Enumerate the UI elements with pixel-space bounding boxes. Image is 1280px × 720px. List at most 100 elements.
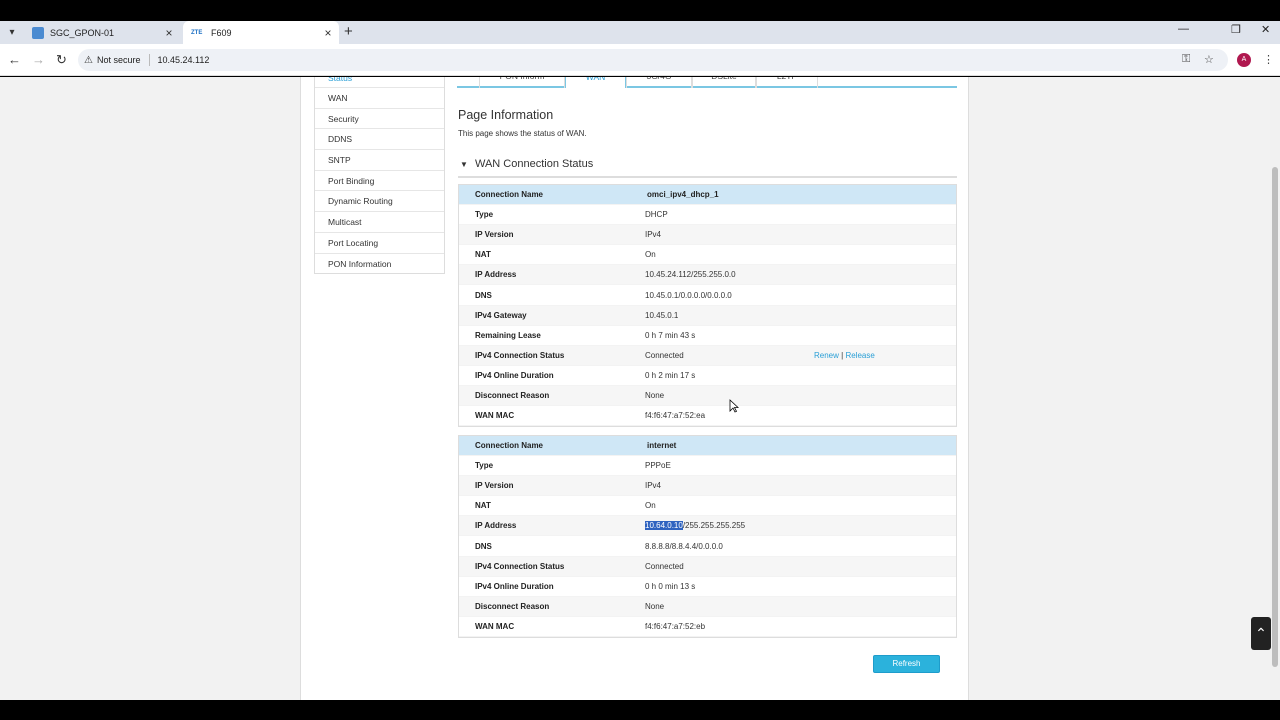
sidebar-item-dynamic-routing[interactable]: Dynamic Routing xyxy=(315,190,444,211)
row-key: Remaining Lease xyxy=(475,330,541,340)
refresh-button[interactable]: Refresh xyxy=(873,655,940,673)
table-row: IP Version IPv4 xyxy=(459,225,956,246)
close-icon[interactable]: × xyxy=(162,26,176,40)
row-value: 0 h 7 min 43 s xyxy=(645,330,696,340)
scrollbar-thumb[interactable] xyxy=(1272,167,1278,667)
browser-toolbar: ← → ↻ ⚠ Not secure 10.45.24.112 ⚿ ☆ ⋮ xyxy=(0,44,1280,76)
row-value: Connected xyxy=(645,350,684,360)
table-row: NAT On xyxy=(459,245,956,266)
url-text[interactable]: 10.45.24.112 xyxy=(158,55,210,65)
row-key: Connection Name xyxy=(475,441,544,451)
security-label[interactable]: Not secure xyxy=(97,55,141,65)
collapse-triangle-icon[interactable]: ▼ xyxy=(460,160,468,169)
sidebar-item-sntp[interactable]: SNTP xyxy=(315,149,444,170)
page-viewport: Status WAN Security DDNS SNTP Port Bindi… xyxy=(0,77,1280,700)
row-value[interactable]: 10.64.0.10/255.255.255.255 xyxy=(645,521,814,531)
bookmark-star-icon[interactable]: ☆ xyxy=(1204,53,1214,66)
table-row: Remaining Lease 0 h 7 min 43 s xyxy=(459,326,956,346)
row-value: PPPoE xyxy=(645,461,671,471)
row-key: IPv4 Connection Status xyxy=(475,350,565,360)
router-page: Status WAN Security DDNS SNTP Port Bindi… xyxy=(300,77,969,700)
browser-tab-2[interactable]: ZTE F609 × xyxy=(183,21,339,44)
scroll-to-top-icon[interactable]: ⌃ xyxy=(1251,617,1271,650)
forward-arrow-icon[interactable]: → xyxy=(32,52,45,67)
selected-text[interactable]: 10.64.0.10 xyxy=(645,521,683,531)
row-value: DHCP xyxy=(645,210,668,220)
sidebar-item-status[interactable]: Status xyxy=(315,77,444,87)
address-bar[interactable]: ⚠ Not secure 10.45.24.112 xyxy=(78,49,1228,71)
sidebar-item-pon-information[interactable]: PON Information xyxy=(315,252,444,274)
row-key: Disconnect Reason xyxy=(475,390,550,400)
release-link[interactable]: Release xyxy=(845,351,874,360)
table-row: WAN MAC f4:f6:47:a7:52:eb xyxy=(459,617,956,637)
table-row: IPv4 Gateway 10.45.0.1 xyxy=(459,305,956,326)
row-key: IPv4 Connection Status xyxy=(475,561,565,571)
sidebar-item-ddns[interactable]: DDNS xyxy=(315,128,444,149)
table-row: IPv4 Connection Status Connected Renew |… xyxy=(459,345,956,366)
table-row: IPv4 Online Duration 0 h 2 min 17 s xyxy=(459,366,956,386)
table-row: Connection Name internet xyxy=(459,436,956,457)
status-tabs: PON Inform WAN 3G/4G DSLite L2TP xyxy=(457,77,957,88)
new-tab-plus-icon[interactable]: + xyxy=(344,23,353,40)
row-key: IP Address xyxy=(475,270,517,280)
reload-icon[interactable]: ↻ xyxy=(56,52,67,68)
warning-triangle-icon: ⚠ xyxy=(84,54,93,66)
renew-link[interactable]: Renew xyxy=(814,351,839,360)
sidebar-nav: Status WAN Security DDNS SNTP Port Bindi… xyxy=(314,77,445,275)
table-row: IP Address 10.45.24.112/255.255.0.0 xyxy=(459,265,956,286)
section-header[interactable]: ▼ WAN Connection Status xyxy=(458,158,957,178)
table-row: IPv4 Online Duration 0 h 0 min 13 s xyxy=(459,577,956,597)
sidebar-item-port-binding[interactable]: Port Binding xyxy=(315,169,444,191)
row-key: NAT xyxy=(475,250,491,260)
browser-tab-1[interactable]: SGC_GPON-01 × xyxy=(24,21,180,44)
row-key: WAN MAC xyxy=(475,621,515,631)
tab-title: F609 xyxy=(211,27,232,38)
row-value: 10.45.0.1/0.0.0.0/0.0.0.0 xyxy=(645,290,732,300)
row-key: Disconnect Reason xyxy=(475,601,550,611)
page-title: Page Information xyxy=(458,108,554,122)
tab-pon-inform[interactable]: PON Inform xyxy=(479,77,565,88)
table-row: Type PPPoE xyxy=(459,456,956,477)
row-key: NAT xyxy=(475,501,491,511)
sidebar-item-multicast[interactable]: Multicast xyxy=(315,211,444,232)
table-row: Disconnect Reason None xyxy=(459,596,956,617)
tab-dslite[interactable]: DSLite xyxy=(692,77,756,88)
sidebar-item-wan[interactable]: WAN xyxy=(315,87,444,108)
back-arrow-icon[interactable]: ← xyxy=(8,52,21,67)
connection-table-1: Connection Name omci_ipv4_dhcp_1 Type DHCP… xyxy=(458,184,957,428)
sidebar-item-security[interactable]: Security xyxy=(315,107,444,129)
ip-mask-text: /255.255.255.255 xyxy=(682,521,746,531)
password-key-icon[interactable]: ⚿ xyxy=(1182,53,1190,66)
divider xyxy=(148,54,150,66)
tab-l2tp[interactable]: L2TP xyxy=(756,77,818,88)
connection-table-2: Connection Name internet Type PPPoE IP Ver… xyxy=(458,435,957,638)
kebab-menu-icon[interactable]: ⋮ xyxy=(1263,53,1274,66)
profile-avatar[interactable]: A xyxy=(1237,53,1251,67)
lease-actions: Renew | Release xyxy=(814,351,875,360)
table-row: IPv4 Connection Status Connected xyxy=(459,556,956,577)
row-value: f4:f6:47:a7:52:eb xyxy=(645,621,706,631)
table-row: DNS 10.45.0.1/0.0.0.0/0.0.0.0 xyxy=(459,285,956,306)
sidebar-item-port-locating[interactable]: Port Locating xyxy=(315,231,444,253)
row-key: WAN MAC xyxy=(475,411,515,421)
table-row: Disconnect Reason None xyxy=(459,385,956,407)
table-row: WAN MAC f4:f6:47:a7:52:ea xyxy=(459,406,956,427)
row-value: IPv4 xyxy=(645,481,662,491)
tab-3g-4g[interactable]: 3G/4G xyxy=(626,77,692,88)
table-row: Type DHCP xyxy=(459,205,956,226)
mouse-cursor-icon xyxy=(729,399,739,413)
minimize-icon[interactable]: — xyxy=(1178,23,1189,35)
page-scrollbar[interactable] xyxy=(1270,77,1280,700)
tab-wan[interactable]: WAN xyxy=(565,77,626,88)
tab-search-icon[interactable]: ▾ xyxy=(4,25,20,41)
row-key: IPv4 Online Duration xyxy=(475,370,554,380)
row-value: 10.45.24.112/255.255.0.0 xyxy=(645,270,736,280)
close-window-icon[interactable]: ✕ xyxy=(1261,23,1270,36)
row-key: IPv4 Online Duration xyxy=(475,581,554,591)
row-value: 0 h 0 min 13 s xyxy=(645,581,696,591)
screen-top-bar xyxy=(0,0,1280,21)
restore-icon[interactable]: ❐ xyxy=(1231,23,1241,36)
close-icon[interactable]: × xyxy=(321,26,335,40)
tab-favicon-icon xyxy=(32,26,44,39)
row-key: Type xyxy=(475,210,494,220)
